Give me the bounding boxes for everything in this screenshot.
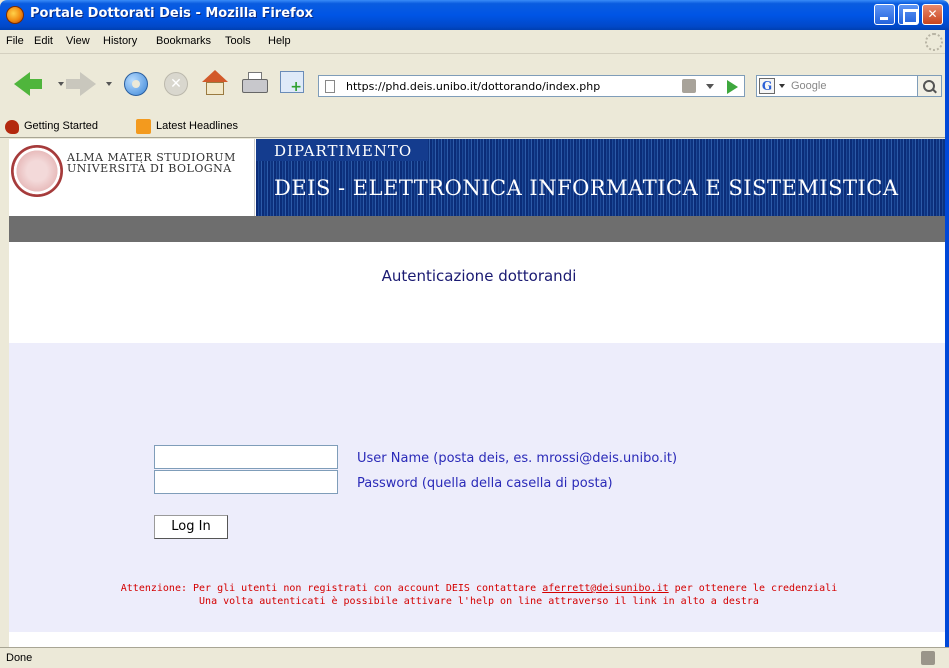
menu-file[interactable]: File xyxy=(6,35,24,47)
login-button[interactable]: Log In xyxy=(154,515,228,539)
firefox-logo-icon xyxy=(6,6,24,24)
gray-nav-bar xyxy=(9,216,949,242)
contact-email-link[interactable]: aferrett@deisunibo.it xyxy=(542,583,668,594)
stop-icon[interactable]: ✕ xyxy=(164,72,188,96)
back-arrow-icon[interactable] xyxy=(14,72,42,96)
security-status-icon[interactable] xyxy=(921,651,935,665)
warning-suffix: per ottenere le credenziali xyxy=(668,583,838,594)
department-title: DEIS - ELETTRONICA INFORMATICA E SISTEMI… xyxy=(274,176,899,200)
university-line2: UNIVERSITÀ DI BOLOGNA xyxy=(67,162,232,175)
search-magnifier-icon[interactable] xyxy=(918,75,942,97)
department-banner: DIPARTIMENTO DEIS - ELETTRONICA INFORMAT… xyxy=(256,139,949,216)
menu-tools[interactable]: Tools xyxy=(225,35,251,47)
print-icon[interactable] xyxy=(242,72,268,94)
warning-line2: Una volta autenticati è possibile attiva… xyxy=(199,596,759,607)
menu-bookmarks[interactable]: Bookmarks xyxy=(156,35,211,47)
page-icon xyxy=(325,80,335,93)
page-title: Autenticazione dottorandi xyxy=(381,267,577,285)
new-tab-icon[interactable] xyxy=(280,71,304,95)
go-button-icon[interactable] xyxy=(727,80,738,94)
university-logo[interactable]: ALMA MATER STUDIORUM UNIVERSITÀ DI BOLOG… xyxy=(9,139,255,216)
warning-line1: Attenzione: Per gli utenti non registrat… xyxy=(9,583,949,594)
username-input[interactable] xyxy=(154,445,338,469)
window-title: Portale Dottorati Deis - Mozilla Firefox xyxy=(30,6,314,21)
status-bar: Done xyxy=(0,647,949,668)
bookmarks-toolbar: Getting Started Latest Headlines xyxy=(0,116,949,138)
address-bar[interactable]: https://phd.deis.unibo.it/dottorando/ind… xyxy=(318,75,745,97)
status-text: Done xyxy=(6,652,33,664)
reload-icon[interactable] xyxy=(124,72,148,96)
password-label: Password (quella della casella di posta) xyxy=(357,476,613,491)
search-box[interactable]: G Google xyxy=(756,75,918,97)
username-label: User Name (posta deis, es. mrossi@deis.u… xyxy=(357,451,678,466)
login-form-panel: User Name (posta deis, es. mrossi@deis.u… xyxy=(9,343,949,632)
rss-feed-icon xyxy=(136,119,151,134)
window-title-bar[interactable]: Portale Dottorati Deis - Mozilla Firefox… xyxy=(0,0,949,30)
minimize-button[interactable] xyxy=(874,4,895,25)
google-engine-icon[interactable]: G xyxy=(759,78,775,94)
throbber-icon xyxy=(925,33,943,51)
menu-edit[interactable]: Edit xyxy=(34,35,53,47)
security-icon[interactable] xyxy=(682,79,696,93)
warning-prefix: Attenzione: Per gli utenti non registrat… xyxy=(120,583,543,594)
dipartimento-box: DIPARTIMENTO xyxy=(256,139,428,161)
window-right-edge xyxy=(945,30,949,668)
bookmark-latest-headlines[interactable]: Latest Headlines xyxy=(156,120,238,132)
url-history-dropdown[interactable] xyxy=(706,84,714,89)
maximize-button[interactable] xyxy=(898,4,919,25)
site-header: ALMA MATER STUDIORUM UNIVERSITÀ DI BOLOG… xyxy=(9,139,949,216)
menu-bar: File Edit View History Bookmarks Tools H… xyxy=(0,30,949,54)
web-page: ALMA MATER STUDIORUM UNIVERSITÀ DI BOLOG… xyxy=(9,139,949,647)
menu-history[interactable]: History xyxy=(103,35,137,47)
menu-view[interactable]: View xyxy=(66,35,90,47)
password-input[interactable] xyxy=(154,470,338,494)
close-button[interactable]: ✕ xyxy=(922,4,943,25)
search-engine-dropdown[interactable] xyxy=(779,84,785,88)
forward-arrow-icon[interactable] xyxy=(66,72,96,96)
navigation-toolbar: ✕ https://phd.deis.unibo.it/dottorando/i… xyxy=(0,54,949,116)
university-seal-icon xyxy=(11,145,63,197)
university-name: ALMA MATER STUDIORUM UNIVERSITÀ DI BOLOG… xyxy=(67,152,236,174)
dipartimento-label: DIPARTIMENTO xyxy=(274,142,413,160)
home-icon[interactable] xyxy=(202,70,228,96)
address-url[interactable]: https://phd.deis.unibo.it/dottorando/ind… xyxy=(346,80,600,93)
back-history-dropdown[interactable] xyxy=(58,82,64,86)
getting-started-icon xyxy=(5,120,19,134)
search-placeholder[interactable]: Google xyxy=(791,80,826,92)
bookmark-getting-started[interactable]: Getting Started xyxy=(24,120,98,132)
menu-help[interactable]: Help xyxy=(268,35,291,47)
window-left-edge xyxy=(0,139,9,647)
forward-history-dropdown[interactable] xyxy=(106,82,112,86)
